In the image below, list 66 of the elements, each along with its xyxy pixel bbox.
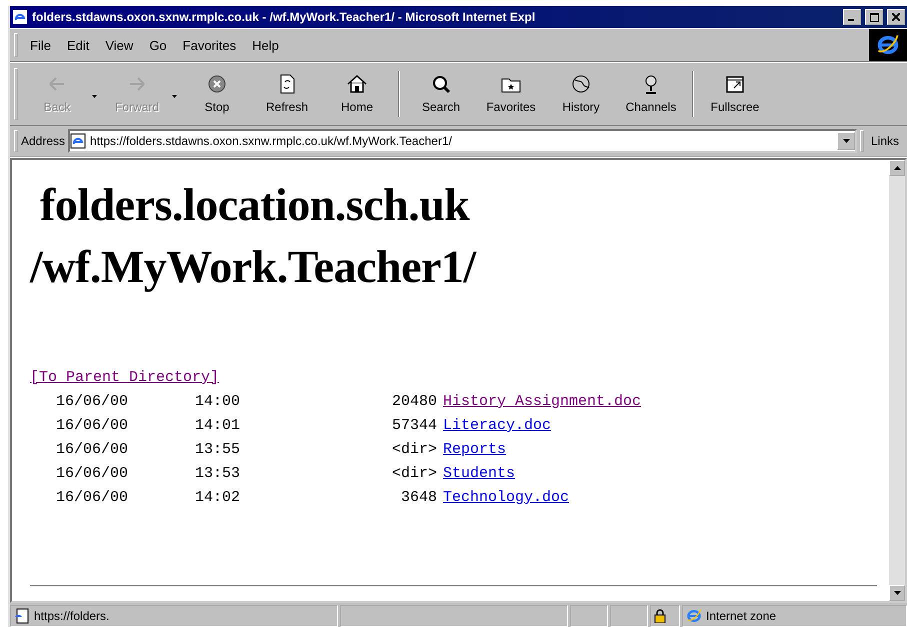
file-date: 16/06/00 xyxy=(55,488,130,507)
dropdown-button[interactable] xyxy=(837,132,855,150)
toolbar-button[interactable]: Favorites xyxy=(476,74,546,114)
toolbar-button[interactable]: Home xyxy=(322,74,392,114)
file-link[interactable]: Literacy.doc xyxy=(443,416,552,435)
file-time: 14:01 xyxy=(195,416,242,435)
menu-item[interactable]: File xyxy=(22,38,59,52)
maximize-icon xyxy=(870,12,878,22)
file-link[interactable]: Students xyxy=(443,464,516,483)
page-heading: folders.location.sch.uk xyxy=(39,178,471,232)
window-title: folders.stdawns.oxon.sxnw.rmplc.co.uk - /wf.MyWork.Teacher1/ - Microsoft Internet Expl xyxy=(32,10,536,24)
status-text: https://folders. xyxy=(34,609,110,623)
file-size: <dir> xyxy=(390,464,438,483)
stop-icon xyxy=(206,74,228,94)
menu-item[interactable]: Help xyxy=(244,38,287,52)
minimize-button[interactable] xyxy=(843,9,861,25)
address-field[interactable]: https://folders.stdawns.oxon.sxnw.rmplc.co.uk/wf.MyWork.Teacher1/ xyxy=(68,129,857,153)
scroll-up-button[interactable] xyxy=(889,160,905,176)
caret-icon xyxy=(92,94,97,98)
status-panel xyxy=(610,605,648,627)
globe-icon xyxy=(570,74,592,94)
file-date: 16/06/00 xyxy=(55,440,130,459)
file-size: <dir> xyxy=(390,440,438,459)
caret-icon xyxy=(842,139,850,143)
search-icon xyxy=(430,74,452,94)
file-date: 16/06/00 xyxy=(55,464,130,483)
e-logo-icon xyxy=(876,33,900,57)
status-panel xyxy=(570,605,608,627)
file-link[interactable]: Reports xyxy=(443,440,506,459)
scrollbar[interactable] xyxy=(889,160,905,601)
file-size: 3648 xyxy=(400,488,438,507)
up-arrow-icon xyxy=(894,166,900,170)
toolbar-button[interactable]: Search xyxy=(406,74,476,114)
toolbar-button[interactable]: Stop xyxy=(182,74,252,114)
page-heading: /wf.MyWork.Teacher1/ xyxy=(30,240,478,294)
toolbar-button[interactable]: Fullscree xyxy=(700,74,770,114)
file-link[interactable]: Technology.doc xyxy=(443,488,570,507)
toolbar-button[interactable]: Channels xyxy=(616,74,686,114)
file-size: 20480 xyxy=(390,392,438,411)
close-icon xyxy=(892,13,900,21)
security-zone: Internet zone xyxy=(706,609,776,623)
maximize-button[interactable] xyxy=(865,9,883,25)
toolbar-button[interactable]: History xyxy=(546,74,616,114)
home-icon xyxy=(346,74,368,94)
file-date: 16/06/00 xyxy=(55,392,130,411)
window-icon xyxy=(724,74,746,94)
close-button[interactable] xyxy=(887,9,905,25)
file-link[interactable]: History Assignment.doc xyxy=(443,392,642,411)
menu-item[interactable]: View xyxy=(97,38,142,52)
toolbar-button[interactable]: Refresh xyxy=(252,74,322,114)
menu-item[interactable]: Favorites xyxy=(174,38,244,52)
down-arrow-icon xyxy=(894,591,900,595)
file-size: 57344 xyxy=(390,416,438,435)
menu-item[interactable]: Go xyxy=(141,38,175,52)
address-label: Address xyxy=(21,134,66,148)
links-button[interactable]: Links xyxy=(867,134,907,148)
e-logo-icon xyxy=(686,608,702,624)
file-date: 16/06/00 xyxy=(55,416,130,435)
file-time: 13:53 xyxy=(195,464,242,483)
file-time: 14:00 xyxy=(195,392,242,411)
file-time: 14:02 xyxy=(195,488,242,507)
menu-item[interactable]: Edit xyxy=(58,38,98,52)
file-time: 13:55 xyxy=(195,440,242,459)
parent-directory-link[interactable]: [To Parent Directory] xyxy=(30,369,220,386)
scroll-down-button[interactable] xyxy=(889,585,905,601)
caret-icon xyxy=(172,94,177,98)
